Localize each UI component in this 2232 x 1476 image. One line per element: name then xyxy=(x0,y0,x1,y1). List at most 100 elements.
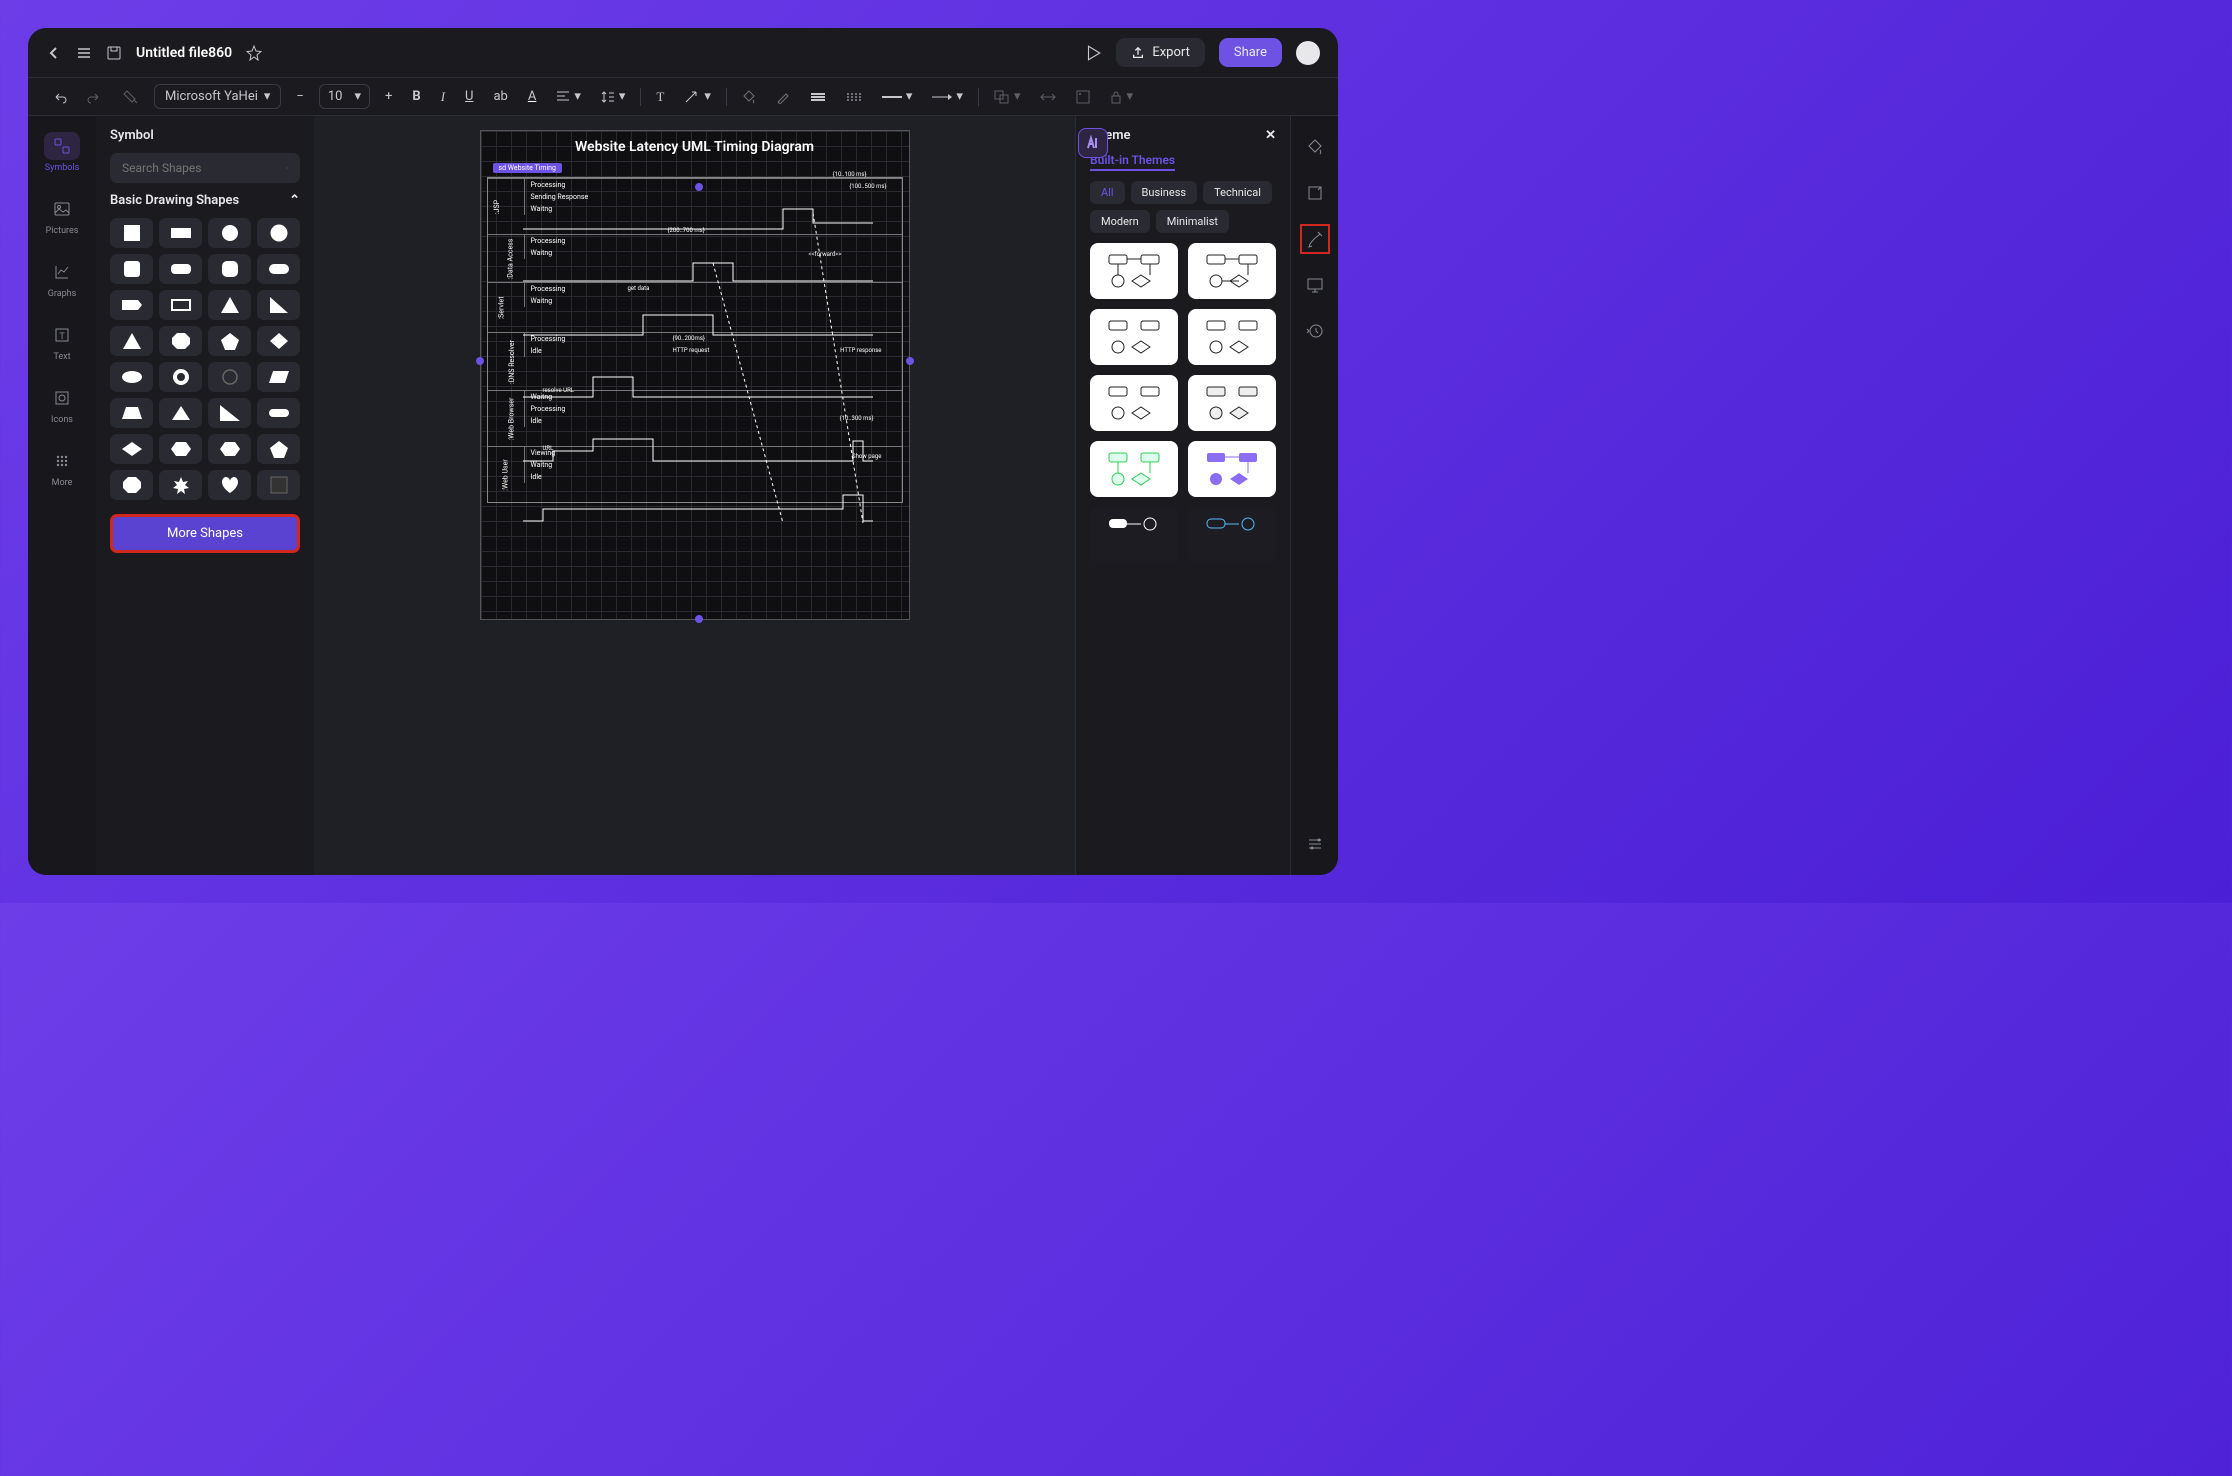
nav-icons[interactable]: Icons xyxy=(44,380,80,429)
close-icon[interactable]: ✕ xyxy=(1265,128,1276,143)
shape-group-header[interactable]: Basic Drawing Shapes⌃ xyxy=(110,193,300,208)
nav-graphs[interactable]: Graphs xyxy=(44,254,80,303)
tag-minimalist[interactable]: Minimalist xyxy=(1156,210,1229,233)
nav-pictures[interactable]: Pictures xyxy=(44,191,80,240)
underline-button[interactable]: U xyxy=(460,86,478,107)
shape-octagon2[interactable] xyxy=(110,470,153,500)
play-icon[interactable] xyxy=(1084,44,1102,62)
shape-triangle-rt[interactable] xyxy=(208,398,251,428)
shape-rect[interactable] xyxy=(159,218,202,248)
tag-technical[interactable]: Technical xyxy=(1203,181,1272,204)
star-icon[interactable] xyxy=(246,45,262,61)
arrange-button[interactable] xyxy=(1071,87,1095,107)
line-height-button[interactable]: ▾ xyxy=(596,86,631,107)
shape-circle[interactable] xyxy=(208,218,251,248)
theme-item[interactable] xyxy=(1090,441,1178,497)
more-shapes-button[interactable]: More Shapes xyxy=(110,514,300,553)
shape-pentagon2[interactable] xyxy=(257,434,300,464)
tag-modern[interactable]: Modern xyxy=(1090,210,1150,233)
shape-ellipse-fat[interactable] xyxy=(257,218,300,248)
search-input[interactable] xyxy=(110,153,300,183)
strike-button[interactable]: ab xyxy=(488,86,512,107)
group-button[interactable]: ▾ xyxy=(989,86,1026,107)
shape-rounded-sq2[interactable] xyxy=(208,254,251,284)
settings-tool-icon[interactable] xyxy=(1300,829,1330,859)
font-size-select[interactable]: 10▾ xyxy=(319,84,370,109)
lock-button[interactable]: ▾ xyxy=(1105,86,1138,107)
save-icon[interactable] xyxy=(106,45,122,61)
shape-square-outline[interactable] xyxy=(257,470,300,500)
shape-pill[interactable] xyxy=(257,254,300,284)
tag-all[interactable]: All xyxy=(1090,181,1125,204)
shape-triangle2[interactable] xyxy=(159,398,202,428)
shape-donut[interactable] xyxy=(159,362,202,392)
export-button[interactable]: Export xyxy=(1116,38,1205,67)
theme-item[interactable] xyxy=(1090,375,1178,431)
undo-icon[interactable] xyxy=(46,87,72,107)
shape-ellipse[interactable] xyxy=(110,362,153,392)
theme-item[interactable] xyxy=(1188,441,1276,497)
italic-button[interactable]: I xyxy=(436,86,450,108)
shape-circle-outline[interactable] xyxy=(208,362,251,392)
tag-business[interactable]: Business xyxy=(1131,181,1198,204)
canvas-area[interactable]: Website Latency UML Timing Diagram sd We… xyxy=(314,116,1075,875)
nav-symbols[interactable]: Symbols xyxy=(44,128,80,177)
size-plus[interactable]: + xyxy=(380,86,397,107)
line-style-solid[interactable] xyxy=(805,89,831,105)
shape-burst[interactable] xyxy=(159,470,202,500)
nav-more[interactable]: More xyxy=(44,443,80,492)
theme-item[interactable] xyxy=(1090,309,1178,365)
theme-item[interactable] xyxy=(1090,507,1178,563)
export-tool-icon[interactable] xyxy=(1300,178,1330,208)
menu-icon[interactable] xyxy=(76,45,92,61)
nav-text[interactable]: TText xyxy=(44,317,80,366)
fill-button[interactable] xyxy=(737,87,761,107)
shape-hexagon[interactable] xyxy=(159,434,202,464)
text-tool[interactable]: T xyxy=(651,86,669,108)
shape-triangle-r[interactable] xyxy=(257,290,300,320)
ai-badge[interactable] xyxy=(1078,128,1108,158)
line-weight[interactable]: ▾ xyxy=(877,86,918,107)
theme-item[interactable] xyxy=(1188,243,1276,299)
avatar[interactable] xyxy=(1296,41,1320,65)
line-style-dashed[interactable] xyxy=(841,89,867,105)
redo-icon[interactable] xyxy=(82,87,108,107)
shape-octagon[interactable] xyxy=(159,326,202,356)
shape-rounded-rect[interactable] xyxy=(159,254,202,284)
eyedropper-tool-icon[interactable] xyxy=(1300,224,1330,254)
shape-square[interactable] xyxy=(110,218,153,248)
shape-trapezoid[interactable] xyxy=(110,398,153,428)
shape-rounded-sq[interactable] xyxy=(110,254,153,284)
arrow-style[interactable]: ▾ xyxy=(927,86,968,107)
history-tool-icon[interactable] xyxy=(1300,316,1330,346)
bold-button[interactable]: B xyxy=(407,86,425,107)
shape-pentagon[interactable] xyxy=(208,326,251,356)
distribute-button[interactable] xyxy=(1035,87,1061,107)
shape-triangle[interactable] xyxy=(208,290,251,320)
shape-rect-outline[interactable] xyxy=(159,290,202,320)
shape-parallelogram[interactable] xyxy=(257,362,300,392)
format-painter-icon[interactable] xyxy=(118,86,144,108)
connector-tool[interactable]: ▾ xyxy=(679,86,716,107)
shape-tag[interactable] xyxy=(110,290,153,320)
shape-diamond[interactable] xyxy=(257,326,300,356)
shape-heart[interactable] xyxy=(208,470,251,500)
share-button[interactable]: Share xyxy=(1219,38,1282,67)
size-minus[interactable]: − xyxy=(291,86,308,107)
present-tool-icon[interactable] xyxy=(1300,270,1330,300)
align-button[interactable]: ▾ xyxy=(551,86,586,107)
text-color-button[interactable]: A xyxy=(523,86,541,107)
theme-item[interactable] xyxy=(1188,309,1276,365)
shape-rhombus[interactable] xyxy=(110,434,153,464)
font-select[interactable]: Microsoft YaHei▾ xyxy=(154,84,281,109)
shape-capsule[interactable] xyxy=(257,398,300,428)
fill-tool-icon[interactable] xyxy=(1300,132,1330,162)
shape-hexagon2[interactable] xyxy=(208,434,251,464)
back-icon[interactable] xyxy=(46,45,62,61)
theme-item[interactable] xyxy=(1090,243,1178,299)
theme-item[interactable] xyxy=(1188,375,1276,431)
theme-item[interactable] xyxy=(1188,507,1276,563)
stroke-color-button[interactable] xyxy=(771,87,795,107)
file-title[interactable]: Untitled file860 xyxy=(136,45,232,61)
shape-triangle-up[interactable] xyxy=(110,326,153,356)
